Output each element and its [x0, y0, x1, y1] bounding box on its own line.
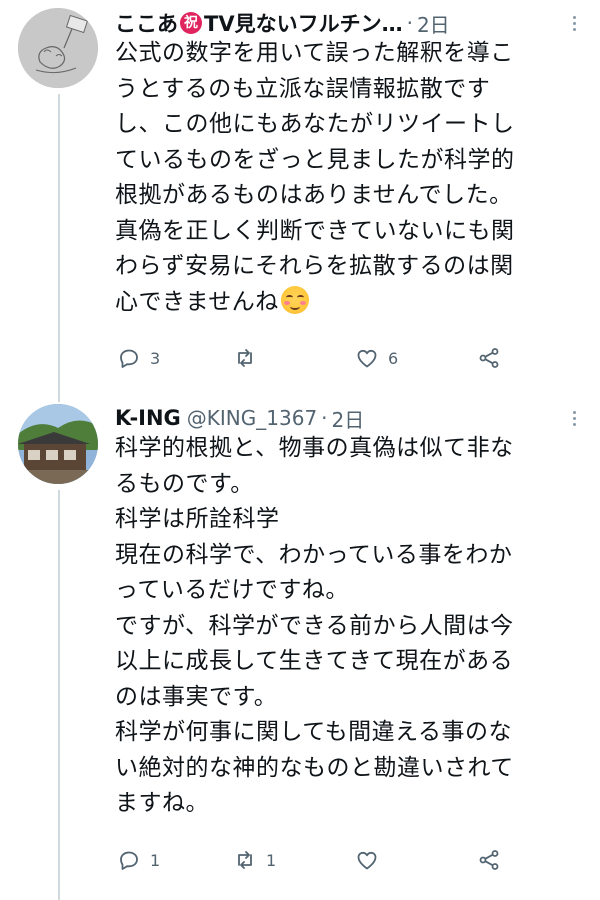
display-name[interactable]: K-ING: [115, 406, 181, 430]
reply-count: 1: [150, 850, 161, 870]
tweet-text: 公式の数字を用いて誤った解釈を導こ うとするのも立派な誤情報拡散です し、この他…: [115, 36, 585, 320]
tweet-actions: 3 6: [115, 343, 535, 373]
tweet-text-line: 心できませんね: [115, 285, 585, 321]
display-name-rest[interactable]: TV見ないフルチン…: [204, 8, 403, 38]
avatar[interactable]: [18, 404, 98, 484]
tweet-text-line: のは事実です。: [115, 683, 278, 710]
retweet-icon: [238, 349, 252, 367]
share-button[interactable]: [477, 343, 501, 373]
tweet-text-line: い絶対的な神的なものと勘違いされて: [115, 754, 514, 781]
share-icon: [479, 348, 499, 368]
tweet-text-segment: 心できませんね: [115, 288, 279, 315]
reply-button[interactable]: 3: [117, 343, 160, 373]
tweet-text: 科学的根拠と、物事の真偽は似て非な るものです。 科学は所詮科学 現在の科学で、…: [115, 431, 585, 822]
like-button[interactable]: [355, 845, 388, 875]
reply-icon: [120, 851, 138, 870]
tweet-text-line: 科学的根拠と、物事の真偽は似て非な: [115, 435, 514, 461]
tweet-text-line: 科学は所詮科学: [115, 506, 280, 532]
more-options-icon[interactable]: [564, 10, 584, 36]
tweet-text-line: 以上に成長して生きてきて現在がある: [115, 648, 514, 674]
retweet-count: 1: [266, 850, 277, 870]
like-button[interactable]: 6: [355, 343, 398, 373]
separator-dot: ·: [321, 406, 328, 430]
retweet-button[interactable]: 1: [233, 845, 276, 875]
tweet-text-line: ているものをざっと見ましたが科学的: [115, 146, 515, 173]
user-handle[interactable]: @KING_1367: [187, 406, 317, 430]
reply-count: 3: [150, 348, 161, 368]
more-options-icon[interactable]: [564, 405, 584, 431]
tweet-text-line: ですが、科学ができる前から人間は今: [115, 612, 514, 639]
separator-dot: ·: [406, 11, 413, 35]
share-button[interactable]: [477, 845, 501, 875]
retweet-button[interactable]: [233, 343, 266, 373]
avatar[interactable]: [18, 8, 98, 88]
tweet-header: K-ING @KING_1367 · 2日: [115, 401, 585, 435]
smiling-face-icon: [280, 285, 309, 314]
tweet-text-line: し、この他にもあなたがリツイートし: [115, 111, 515, 137]
tweet-text-line: っているだけですね。: [115, 577, 349, 603]
tweet-text-line: 現在の科学で、わかっている事をわか: [115, 541, 513, 568]
reply-icon: [120, 349, 138, 368]
tweet[interactable]: K-ING @KING_1367 · 2日 科学的根拠と、物事の真偽は似て非な …: [0, 395, 600, 900]
tweet-text-line: ますね。: [115, 790, 209, 816]
tweet-actions: 1 1: [115, 845, 535, 875]
tweet-text-line: わらず安易にそれらを拡散するのは関: [115, 253, 514, 279]
tweet-text-line: 真偽を正しく判断できていないにも関: [115, 217, 515, 244]
tweet-text-line: 公式の数字を用いて誤った解釈を導こ: [115, 40, 514, 66]
reply-button[interactable]: 1: [117, 845, 160, 875]
display-name[interactable]: ここあ: [115, 8, 178, 38]
heart-icon: [357, 349, 377, 368]
retweet-icon: [238, 851, 252, 869]
share-icon: [479, 850, 499, 870]
tweet[interactable]: ここあ 祝 TV見ないフルチン… · 2日 公式の数字を用いて誤った解釈を導こ …: [0, 0, 600, 395]
timestamp[interactable]: 2日: [332, 404, 365, 433]
tweet-text-line: るものです。: [115, 470, 254, 497]
tweet-text-line: うとするのも立派な誤情報拡散です: [115, 75, 491, 102]
tweet-text-line: 科学が何事に関しても間違える事のな: [115, 719, 512, 745]
tweet-text-line: 根拠があるものはありませんでした。: [115, 182, 513, 208]
timestamp[interactable]: 2日: [417, 9, 450, 38]
tweet-header: ここあ 祝 TV見ないフルチン… · 2日: [115, 6, 585, 40]
heart-icon: [357, 851, 377, 870]
like-count: 6: [388, 348, 399, 368]
celebration-badge: 祝: [180, 12, 202, 34]
